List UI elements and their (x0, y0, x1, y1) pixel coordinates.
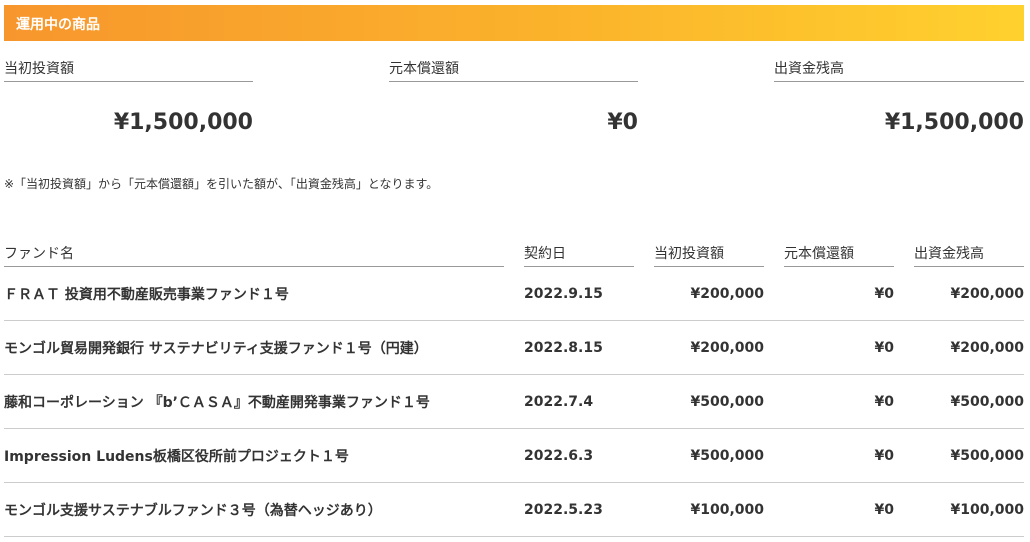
fund-name-cell[interactable]: ＦＲＡＴ 投資用不動産販売事業ファンド１号 (4, 267, 524, 321)
table-row[interactable]: Impression Ludens板橋区役所前プロジェクト１号 2022.6.3… (4, 428, 1024, 483)
contract-date-cell: 2022.9.15 (524, 267, 654, 321)
calculation-note: ※「当初投資額」から「元本償還額」を引いた額が、「出資金残高」となります。 (4, 177, 439, 191)
capital-balance-cell: ¥200,000 (914, 267, 1024, 321)
contract-date-cell: 2022.5.23 (524, 482, 654, 537)
summary-value: ¥1,500,000 (884, 110, 1024, 135)
principal-redemption-cell: ¥0 (784, 320, 914, 375)
column-header: ファンド名 (4, 243, 524, 267)
summary-label: 出資金残高 (774, 60, 1024, 82)
summary-value: ¥1,500,000 (113, 110, 253, 135)
principal-redemption-cell: ¥0 (784, 267, 914, 321)
column-header: 契約日 (524, 243, 654, 267)
capital-balance-cell: ¥200,000 (914, 320, 1024, 375)
capital-balance-cell: ¥500,000 (914, 374, 1024, 429)
initial-investment-cell: ¥500,000 (654, 374, 784, 429)
table-header-row: ファンド名 契約日 当初投資額 元本償還額 出資金残高 (4, 243, 1024, 267)
capital-balance-cell: ¥500,000 (914, 428, 1024, 483)
initial-investment-cell: ¥200,000 (654, 320, 784, 375)
contract-date-cell: 2022.6.3 (524, 428, 654, 483)
column-header: 元本償還額 (784, 243, 914, 267)
principal-redemption-cell: ¥0 (784, 428, 914, 483)
summary-value: ¥0 (607, 110, 638, 135)
section-header: 運用中の商品 (4, 5, 1024, 41)
initial-investment-cell: ¥200,000 (654, 267, 784, 321)
column-header: 出資金残高 (914, 243, 1024, 267)
capital-balance-cell: ¥100,000 (914, 482, 1024, 537)
table-row[interactable]: ＦＲＡＴ 投資用不動産販売事業ファンド１号 2022.9.15 ¥200,000… (4, 267, 1024, 321)
section-title: 運用中の商品 (16, 17, 100, 33)
column-header: 当初投資額 (654, 243, 784, 267)
fund-name-cell[interactable]: 藤和コーポレーション 『b’ＣＡＳＡ』不動産開発事業ファンド１号 (4, 374, 524, 429)
contract-date-cell: 2022.8.15 (524, 320, 654, 375)
initial-investment-cell: ¥100,000 (654, 482, 784, 537)
table-row[interactable]: モンゴル支援サステナブルファンド３号（為替ヘッジあり） 2022.5.23 ¥1… (4, 482, 1024, 537)
principal-redemption-cell: ¥0 (784, 482, 914, 537)
summary-label: 当初投資額 (4, 60, 253, 82)
summary-initial-investment: 当初投資額 ¥1,500,000 (4, 60, 253, 135)
summary-capital-balance: 出資金残高 ¥1,500,000 (774, 60, 1024, 135)
contract-date-cell: 2022.7.4 (524, 374, 654, 429)
principal-redemption-cell: ¥0 (784, 374, 914, 429)
fund-name-cell[interactable]: Impression Ludens板橋区役所前プロジェクト１号 (4, 428, 524, 483)
table-row[interactable]: 藤和コーポレーション 『b’ＣＡＳＡ』不動産開発事業ファンド１号 2022.7.… (4, 374, 1024, 429)
initial-investment-cell: ¥500,000 (654, 428, 784, 483)
fund-name-cell[interactable]: モンゴル支援サステナブルファンド３号（為替ヘッジあり） (4, 482, 524, 537)
summary-principal-redemption: 元本償還額 ¥0 (389, 60, 638, 135)
fund-table: ファンド名 契約日 当初投資額 元本償還額 出資金残高 ＦＲＡＴ 投資用不動産販… (4, 243, 1024, 537)
summary-label: 元本償還額 (389, 60, 638, 82)
fund-name-cell[interactable]: モンゴル貿易開発銀行 サステナビリティ支援ファンド１号（円建） (4, 320, 524, 375)
table-row[interactable]: モンゴル貿易開発銀行 サステナビリティ支援ファンド１号（円建） 2022.8.1… (4, 320, 1024, 375)
